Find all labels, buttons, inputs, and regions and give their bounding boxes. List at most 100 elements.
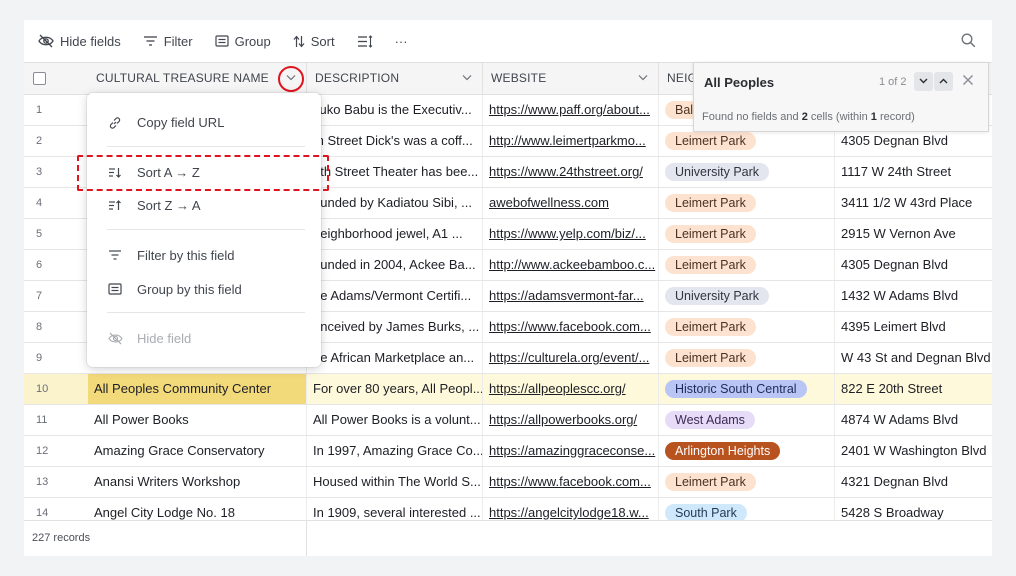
cell-description[interactable]: yuko Babu is the Executiv... (307, 95, 483, 125)
sort-button[interactable]: Sort (293, 34, 335, 49)
cell-address[interactable]: 2915 W Vernon Ave (835, 219, 992, 249)
website-link[interactable]: http://www.leimertparkmo... (489, 133, 646, 148)
cell-website[interactable]: http://www.ackeebamboo.c... (483, 250, 659, 280)
website-link[interactable]: https://angelcitylodge18.w... (489, 505, 649, 520)
cell-neighborhood[interactable]: West Adams (659, 405, 835, 435)
group-button[interactable]: Group (214, 34, 271, 49)
cell-neighborhood[interactable]: Leimert Park (659, 467, 835, 497)
header-cultural-treasure-name[interactable]: CULTURAL TREASURE NAME (88, 63, 307, 94)
cell-description[interactable]: onceived by James Burks, ... (307, 312, 483, 342)
find-next-button[interactable] (914, 72, 933, 91)
cell-name[interactable]: Anansi Writers Workshop (88, 467, 307, 497)
row-height-button[interactable] (357, 34, 373, 48)
cell-neighborhood[interactable]: Leimert Park (659, 343, 835, 373)
find-query-input[interactable]: All Peoples (704, 75, 774, 90)
cell-neighborhood[interactable]: Leimert Park (659, 312, 835, 342)
cell-description[interactable]: ounded in 2004, Ackee Ba... (307, 250, 483, 280)
table-row[interactable]: 10 All Peoples Community Center For over 8… (24, 374, 992, 405)
menu-group-by-field[interactable]: Group by this field (87, 276, 321, 304)
website-link[interactable]: https://allpowerbooks.org/ (489, 412, 637, 427)
header-website[interactable]: WEBSITE (483, 63, 659, 94)
website-link[interactable]: http://www.ackeebamboo.c... (489, 257, 655, 272)
website-link[interactable]: https://www.yelp.com/biz/... (489, 226, 646, 241)
row-number[interactable]: 12 (24, 436, 88, 466)
row-number[interactable]: 5 (24, 219, 88, 249)
cell-description[interactable]: ounded by Kadiatou Sibi, ... (307, 188, 483, 218)
cell-neighborhood[interactable]: Leimert Park (659, 250, 835, 280)
cell-neighborhood[interactable]: Leimert Park (659, 188, 835, 218)
cell-website[interactable]: http://www.leimertparkmo... (483, 126, 659, 156)
cell-address[interactable]: 4321 Degnan Blvd (835, 467, 992, 497)
cell-neighborhood[interactable]: University Park (659, 281, 835, 311)
row-number[interactable]: 4 (24, 188, 88, 218)
cell-website[interactable]: https://www.yelp.com/biz/... (483, 219, 659, 249)
cell-neighborhood[interactable]: Historic South Central (659, 374, 835, 404)
cell-name[interactable]: Amazing Grace Conservatory (88, 436, 307, 466)
cell-neighborhood[interactable]: University Park (659, 157, 835, 187)
cell-description[interactable]: neighborhood jewel, A1 ... (307, 219, 483, 249)
cell-address[interactable]: 4305 Degnan Blvd (835, 250, 992, 280)
select-all-checkbox[interactable] (33, 72, 46, 85)
cell-website[interactable]: https://www.24thstreet.org/ (483, 157, 659, 187)
table-row[interactable]: 11 All Power Books All Power Books is a vo… (24, 405, 992, 436)
cell-neighborhood[interactable]: Leimert Park (659, 219, 835, 249)
menu-copy-field-url[interactable]: Copy field URL (87, 109, 321, 137)
website-link[interactable]: https://amazinggraceconse... (489, 443, 655, 458)
cell-description[interactable]: In 1997, Amazing Grace Co... (307, 436, 483, 466)
row-number[interactable]: 1 (24, 95, 88, 125)
cell-website[interactable]: https://amazinggraceconse... (483, 436, 659, 466)
cell-description[interactable]: he Adams/Vermont Certifi... (307, 281, 483, 311)
cell-address[interactable]: 822 E 20th Street (835, 374, 992, 404)
cell-name[interactable]: All Peoples Community Center (88, 374, 307, 404)
cell-address[interactable]: 1432 W Adams Blvd (835, 281, 992, 311)
website-link[interactable]: https://culturela.org/event/... (489, 350, 649, 365)
cell-neighborhood[interactable]: Arlington Heights (659, 436, 835, 466)
website-link[interactable]: awebofwellness.com (489, 195, 609, 210)
cell-address[interactable]: 4395 Leimert Blvd (835, 312, 992, 342)
chevron-down-icon[interactable] (638, 74, 648, 81)
header-description[interactable]: DESCRIPTION (307, 63, 483, 94)
row-number[interactable]: 11 (24, 405, 88, 435)
cell-website[interactable]: https://www.paff.org/about... (483, 95, 659, 125)
cell-address[interactable]: 2401 W Washington Blvd (835, 436, 992, 466)
more-options-button[interactable]: ··· (395, 34, 408, 49)
cell-website[interactable]: https://www.facebook.com... (483, 467, 659, 497)
row-number[interactable]: 10 (24, 374, 88, 404)
cell-address[interactable]: 4874 W Adams Blvd (835, 405, 992, 435)
close-icon[interactable] (962, 74, 974, 86)
cell-website[interactable]: https://allpowerbooks.org/ (483, 405, 659, 435)
cell-website[interactable]: awebofwellness.com (483, 188, 659, 218)
cell-website[interactable]: https://allpeoplescc.org/ (483, 374, 659, 404)
cell-description[interactable]: he African Marketplace an... (307, 343, 483, 373)
cell-address[interactable]: 3411 1/2 W 43rd Place (835, 188, 992, 218)
table-row[interactable]: 13 Anansi Writers Workshop Housed within T… (24, 467, 992, 498)
chevron-down-icon[interactable] (462, 74, 472, 81)
cell-website[interactable]: https://www.facebook.com... (483, 312, 659, 342)
cell-description[interactable]: 4th Street Theater has bee... (307, 157, 483, 187)
cell-website[interactable]: https://adamsvermont-far... (483, 281, 659, 311)
hide-fields-button[interactable]: Hide fields (38, 34, 121, 49)
cell-description[interactable]: For over 80 years, All Peopl... (307, 374, 483, 404)
cell-name[interactable]: All Power Books (88, 405, 307, 435)
cell-description[interactable]: All Power Books is a volunt... (307, 405, 483, 435)
find-previous-button[interactable] (934, 72, 953, 91)
website-link[interactable]: https://www.24thstreet.org/ (489, 164, 643, 179)
row-number[interactable]: 6 (24, 250, 88, 280)
row-number[interactable]: 7 (24, 281, 88, 311)
website-link[interactable]: https://www.paff.org/about... (489, 102, 650, 117)
menu-sort-z-a[interactable]: Sort Z → A (87, 192, 321, 220)
row-number[interactable]: 8 (24, 312, 88, 342)
cell-address[interactable]: W 43 St and Degnan Blvd (835, 343, 992, 373)
cell-description[interactable]: Housed within The World S... (307, 467, 483, 497)
website-link[interactable]: https://www.facebook.com... (489, 319, 651, 334)
cell-address[interactable]: 1117 W 24th Street (835, 157, 992, 187)
website-link[interactable]: https://adamsvermont-far... (489, 288, 644, 303)
filter-button[interactable]: Filter (143, 34, 193, 49)
row-number[interactable]: 9 (24, 343, 88, 373)
row-number[interactable]: 2 (24, 126, 88, 156)
menu-filter-by-field[interactable]: Filter by this field (87, 242, 321, 270)
website-link[interactable]: https://allpeoplescc.org/ (489, 381, 626, 396)
row-number[interactable]: 13 (24, 467, 88, 497)
cell-website[interactable]: https://culturela.org/event/... (483, 343, 659, 373)
table-row[interactable]: 12 Amazing Grace Conservatory In 1997, Ama… (24, 436, 992, 467)
